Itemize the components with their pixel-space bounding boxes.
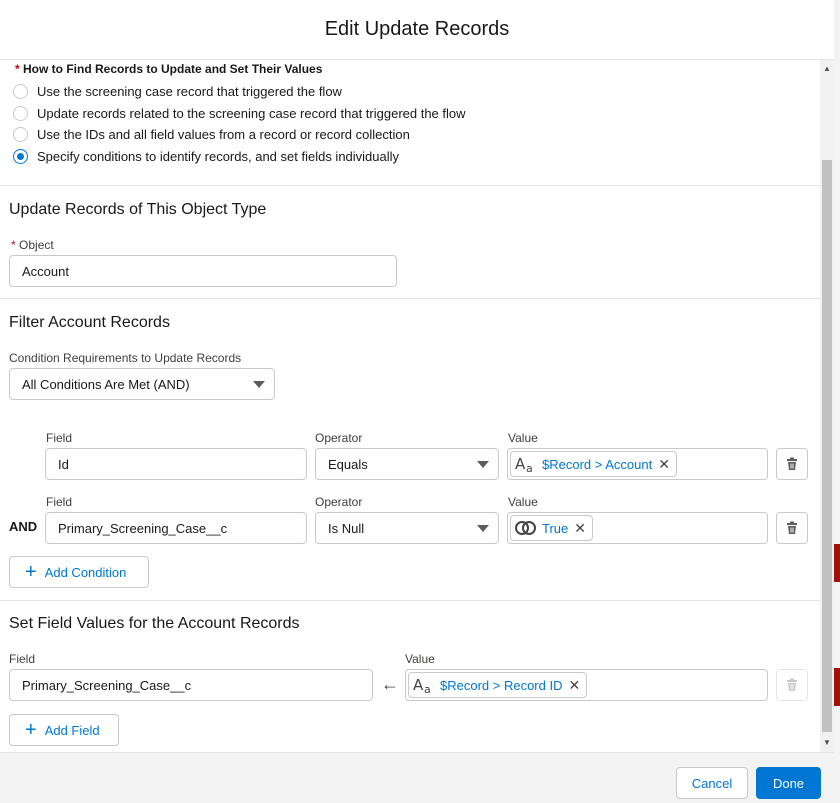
- cancel-button[interactable]: Cancel: [676, 767, 748, 799]
- condition-field-input[interactable]: Primary_Screening_Case__c: [45, 512, 307, 544]
- resource-pill[interactable]: True ✕: [510, 515, 593, 541]
- scroll-up-icon[interactable]: ▲: [823, 64, 831, 73]
- svg-text:a: a: [424, 683, 431, 694]
- set-field-value: Primary_Screening_Case__c: [22, 677, 192, 693]
- radio-button-selected[interactable]: [13, 148, 28, 164]
- section-divider: [0, 600, 820, 601]
- add-condition-button[interactable]: + Add Condition: [9, 556, 149, 588]
- boolean-icon: [515, 520, 537, 536]
- close-icon[interactable]: ✕: [658, 456, 670, 473]
- find-records-label-text: How to Find Records to Update and Set Th…: [23, 62, 323, 76]
- value-label: Value: [405, 652, 435, 666]
- required-mark: *: [11, 238, 16, 252]
- add-field-label: Add Field: [44, 722, 100, 738]
- filter-section-title: Filter Account Records: [9, 314, 170, 331]
- operator-label: Operator: [315, 431, 363, 445]
- value-label: Value: [508, 431, 538, 445]
- object-section-title: Update Records of This Object Type: [9, 201, 267, 218]
- condition-requirements-value: All Conditions Are Met (AND): [22, 376, 190, 392]
- arrow-left-icon: ←: [381, 674, 399, 694]
- radio-option-triggering-record[interactable]: Use the screening case record that trigg…: [13, 82, 342, 100]
- pill-label: True: [542, 520, 569, 536]
- resource-pill[interactable]: Aa $Record > Account ✕: [510, 451, 677, 477]
- radio-label: Use the IDs and all field values from a …: [37, 126, 410, 142]
- find-records-label: * How to Find Records to Update and Set …: [15, 62, 322, 76]
- modal-footer: Cancel Done: [0, 752, 834, 803]
- text-type-icon: Aa: [515, 455, 537, 473]
- object-input[interactable]: Account: [9, 255, 397, 287]
- condition-field-input[interactable]: Id: [45, 448, 307, 480]
- radio-button[interactable]: [13, 105, 28, 121]
- condition-operator-value: Equals: [328, 456, 368, 472]
- svg-text:A: A: [515, 455, 526, 473]
- radio-label: Update records related to the screening …: [37, 105, 466, 121]
- close-icon[interactable]: ✕: [574, 520, 586, 537]
- text-type-icon: Aa: [413, 676, 435, 694]
- operator-label: Operator: [315, 495, 363, 509]
- modal-header: Edit Update Records: [0, 0, 834, 60]
- done-button[interactable]: Done: [756, 767, 821, 799]
- radio-option-specify-conditions[interactable]: Specify conditions to identify records, …: [13, 147, 399, 165]
- svg-text:A: A: [413, 676, 424, 694]
- trash-icon: [787, 678, 797, 691]
- condition-value-input[interactable]: True ✕: [507, 512, 768, 544]
- radio-option-related-records[interactable]: Update records related to the screening …: [13, 104, 466, 122]
- vertical-scrollbar[interactable]: ▲ ▼: [820, 60, 834, 752]
- value-label: Value: [508, 495, 538, 509]
- resource-pill[interactable]: Aa $Record > Record ID ✕: [408, 672, 588, 698]
- set-fields-section-title: Set Field Values for the Account Records: [9, 615, 300, 632]
- pill-label: $Record > Record ID: [440, 677, 563, 693]
- object-value: Account: [22, 263, 69, 279]
- radio-label: Specify conditions to identify records, …: [37, 148, 400, 164]
- condition-operator-value: Is Null: [328, 520, 365, 536]
- pill-label: $Record > Account: [542, 456, 653, 472]
- condition-field-value: Primary_Screening_Case__c: [58, 520, 228, 536]
- trash-icon: [787, 457, 797, 470]
- trash-icon: [787, 521, 797, 534]
- condition-requirements-label: Condition Requirements to Update Records: [9, 351, 242, 365]
- radio-button[interactable]: [13, 126, 28, 142]
- chevron-down-icon: [477, 525, 489, 532]
- condition-operator-select[interactable]: Equals: [315, 448, 499, 480]
- modal-title: Edit Update Records: [324, 18, 510, 40]
- field-label: Field: [46, 495, 73, 509]
- edit-update-records-modal: Edit Update Records * How to Find Record…: [0, 0, 840, 803]
- radio-option-ids-from-record[interactable]: Use the IDs and all field values from a …: [13, 125, 410, 143]
- condition-value-input[interactable]: Aa $Record > Account ✕: [507, 448, 768, 480]
- plus-icon: +: [25, 719, 37, 741]
- scroll-down-icon[interactable]: ▼: [823, 738, 831, 747]
- set-value-input[interactable]: Aa $Record > Record ID ✕: [405, 669, 768, 701]
- field-label: Field: [9, 652, 36, 666]
- delete-condition-button[interactable]: [776, 512, 808, 544]
- add-condition-label: Add Condition: [44, 564, 127, 580]
- svg-text:a: a: [526, 462, 533, 473]
- scrollbar-thumb[interactable]: [822, 160, 832, 732]
- chevron-down-icon: [477, 461, 489, 468]
- delete-condition-button[interactable]: [776, 448, 808, 480]
- delete-field-button[interactable]: [776, 669, 808, 701]
- required-mark: *: [15, 62, 20, 76]
- section-divider: [0, 185, 820, 186]
- background-accent: [834, 544, 840, 582]
- add-field-button[interactable]: + Add Field: [9, 714, 119, 746]
- radio-button[interactable]: [13, 83, 28, 99]
- object-label-text: Object: [19, 238, 54, 252]
- object-label: * Object: [11, 238, 54, 252]
- radio-label: Use the screening case record that trigg…: [37, 83, 342, 99]
- and-label: AND: [9, 519, 38, 534]
- condition-field-value: Id: [58, 456, 69, 472]
- chevron-down-icon: [253, 381, 265, 388]
- condition-requirements-select[interactable]: All Conditions Are Met (AND): [9, 368, 275, 400]
- section-divider: [0, 298, 820, 299]
- close-icon[interactable]: ✕: [568, 677, 580, 694]
- plus-icon: +: [25, 561, 37, 583]
- condition-operator-select[interactable]: Is Null: [315, 512, 499, 544]
- background-accent: [834, 668, 840, 706]
- field-label: Field: [46, 431, 73, 445]
- modal-body: * How to Find Records to Update and Set …: [0, 60, 820, 752]
- background-page-edge: [834, 0, 840, 803]
- set-field-input[interactable]: Primary_Screening_Case__c: [9, 669, 373, 701]
